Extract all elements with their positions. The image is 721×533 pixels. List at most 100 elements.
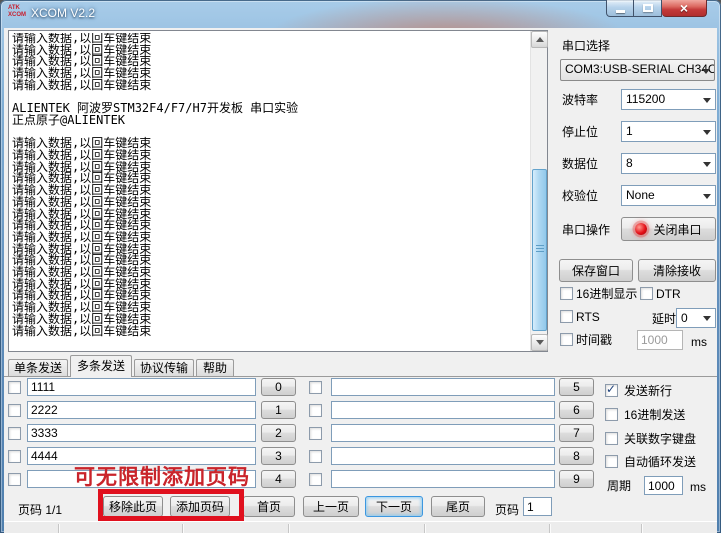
send-row-checkbox-1[interactable] <box>8 404 21 417</box>
send-row-input-6[interactable] <box>331 401 555 419</box>
first-page-button[interactable]: 首页 <box>243 496 295 517</box>
send-button-6[interactable]: 6 <box>559 401 594 419</box>
send-button-3[interactable]: 3 <box>261 447 296 465</box>
delay-dropdown[interactable]: 0 <box>676 308 716 328</box>
tab-protocol[interactable]: 协议传输 <box>134 359 194 376</box>
delay-value: 0 <box>681 311 688 325</box>
checkmark-icon: ✓ <box>606 382 617 396</box>
send-newline-label: 发送新行 <box>624 384 673 398</box>
logo-top-text: ATK <box>8 5 20 11</box>
send-row-checkbox-8[interactable] <box>309 450 322 463</box>
send-row-input-0[interactable] <box>27 378 256 396</box>
send-row-input-5[interactable] <box>331 378 555 396</box>
scrollbar-thumb[interactable] <box>532 169 547 331</box>
stopbits-value: 1 <box>626 124 633 138</box>
annotation-text: 可无限制添加页码 <box>74 466 250 489</box>
hex-display-label: 16进制显示 <box>576 287 638 301</box>
send-button-8[interactable]: 8 <box>559 447 594 465</box>
send-row-input-8[interactable] <box>331 447 555 465</box>
status-divider <box>549 524 550 533</box>
port-select-value: COM3:USB-SERIAL CH34C <box>565 62 715 76</box>
rts-label: RTS <box>576 310 600 324</box>
hex-display-checkbox[interactable] <box>560 287 573 300</box>
send-button-4[interactable]: 4 <box>261 470 296 488</box>
databits-label: 数据位 <box>562 157 599 171</box>
port-select-dropdown[interactable]: COM3:USB-SERIAL CH34C <box>560 59 715 81</box>
parity-dropdown[interactable]: None <box>621 185 716 206</box>
page-number-input[interactable] <box>523 497 552 516</box>
receive-scrollbar[interactable] <box>530 31 548 351</box>
timestamp-ms-label: ms <box>691 335 707 349</box>
app-logo-icon: ATK XCOM <box>8 5 28 19</box>
minimize-button[interactable] <box>606 0 634 17</box>
chevron-down-icon <box>702 69 710 78</box>
close-button[interactable]: × <box>662 0 707 17</box>
chevron-down-icon <box>703 194 711 203</box>
last-page-button[interactable]: 尾页 <box>431 496 485 517</box>
dtr-label: DTR <box>656 287 681 301</box>
send-row-input-7[interactable] <box>331 424 555 442</box>
status-divider <box>424 524 425 533</box>
hex-send-checkbox[interactable] <box>605 408 618 421</box>
rts-checkbox[interactable] <box>560 310 573 323</box>
auto-cycle-label: 自动循环发送 <box>624 455 697 469</box>
send-row-checkbox-0[interactable] <box>8 381 21 394</box>
page-info-label: 页码 1/1 <box>18 503 63 517</box>
delay-label: 延时 <box>652 312 677 326</box>
databits-value: 8 <box>626 156 633 170</box>
window-title: XCOM V2.2 <box>31 6 96 20</box>
receive-area[interactable]: 请输入数据,以回车键结束 请输入数据,以回车键结束 请输入数据,以回车键结束 请… <box>8 30 548 352</box>
send-row-input-2[interactable] <box>27 424 256 442</box>
send-newline-checkbox[interactable]: ✓ <box>605 382 618 397</box>
scroll-down-button[interactable] <box>531 334 548 351</box>
clear-receive-button[interactable]: 清除接收 <box>638 259 716 282</box>
parity-value: None <box>626 188 655 202</box>
auto-cycle-checkbox[interactable] <box>605 455 618 468</box>
databits-dropdown[interactable]: 8 <box>621 153 716 174</box>
close-icon: × <box>679 0 689 16</box>
send-button-7[interactable]: 7 <box>559 424 594 442</box>
send-button-2[interactable]: 2 <box>261 424 296 442</box>
close-port-button[interactable]: 关闭串口 <box>621 217 716 241</box>
baud-dropdown[interactable]: 115200 <box>621 89 716 110</box>
send-row-checkbox-9[interactable] <box>309 473 322 486</box>
send-row-checkbox-6[interactable] <box>309 404 322 417</box>
send-row-checkbox-3[interactable] <box>8 450 21 463</box>
send-row-checkbox-7[interactable] <box>309 427 322 440</box>
prev-page-button[interactable]: 上一页 <box>303 496 359 517</box>
status-divider <box>641 524 642 533</box>
scroll-up-icon <box>535 33 544 42</box>
logo-bottom-text: XCOM <box>8 12 26 18</box>
send-row-checkbox-2[interactable] <box>8 427 21 440</box>
tab-help[interactable]: 帮助 <box>196 359 234 376</box>
send-button-9[interactable]: 9 <box>559 470 594 488</box>
timestamp-period-input[interactable] <box>637 330 683 350</box>
dtr-checkbox[interactable] <box>640 287 653 300</box>
scroll-up-button[interactable] <box>531 31 548 48</box>
status-divider <box>58 524 59 533</box>
send-row-input-9[interactable] <box>331 470 555 488</box>
next-page-button[interactable]: 下一页 <box>365 496 423 517</box>
send-row-input-1[interactable] <box>27 401 256 419</box>
timestamp-checkbox[interactable] <box>560 333 573 346</box>
receive-text: 请输入数据,以回车键结束 请输入数据,以回车键结束 请输入数据,以回车键结束 请… <box>12 33 299 338</box>
stopbits-dropdown[interactable]: 1 <box>621 121 716 142</box>
maximize-button[interactable] <box>634 0 662 17</box>
send-button-5[interactable]: 5 <box>559 378 594 396</box>
send-row-checkbox-4[interactable] <box>8 473 21 486</box>
tab-single-send[interactable]: 单条发送 <box>8 359 68 376</box>
status-divider <box>182 524 183 533</box>
period-input[interactable] <box>644 476 683 495</box>
baud-value: 115200 <box>626 92 666 106</box>
save-window-button[interactable]: 保存窗口 <box>559 259 633 282</box>
tab-multi-send[interactable]: 多条发送 <box>70 355 132 377</box>
serial-operation-label: 串口操作 <box>562 223 611 237</box>
page-number-label: 页码 <box>495 503 520 517</box>
stopbits-label: 停止位 <box>562 125 599 139</box>
send-button-0[interactable]: 0 <box>261 378 296 396</box>
link-numpad-checkbox[interactable] <box>605 432 618 445</box>
minimize-icon <box>615 9 625 13</box>
send-button-1[interactable]: 1 <box>261 401 296 419</box>
send-row-checkbox-5[interactable] <box>309 381 322 394</box>
baud-label: 波特率 <box>562 93 599 107</box>
